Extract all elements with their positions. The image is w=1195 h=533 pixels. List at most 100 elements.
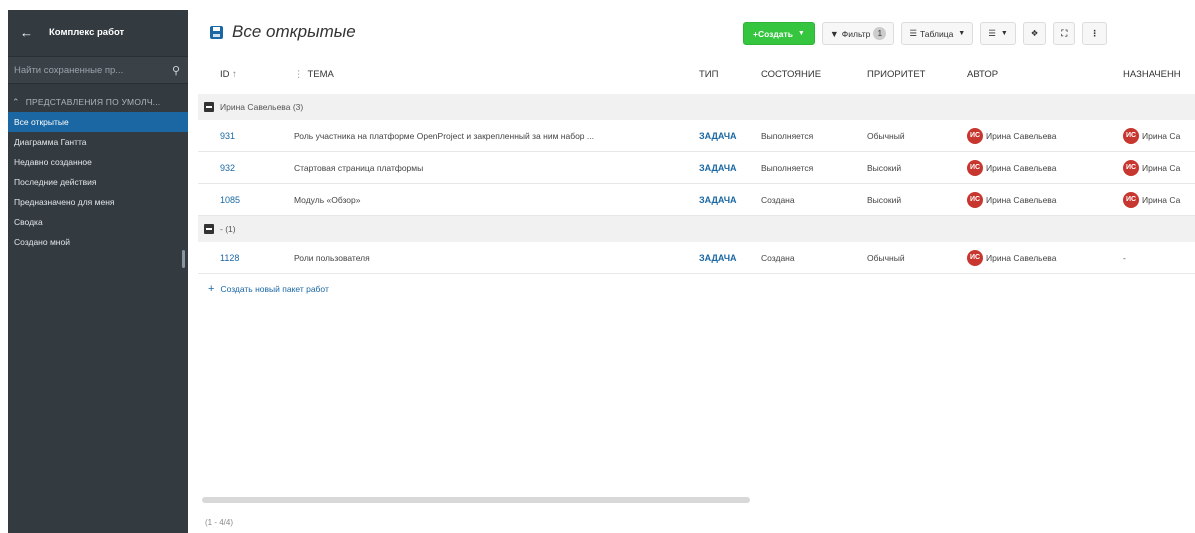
toolbar: +Создать ▼ ▼ Фильтр 1 ☰ Таблица ▼ ☰ ▼ ❖ … <box>743 22 1107 45</box>
table-icon: ☰ <box>909 28 917 38</box>
sidebar-header: ← Комплекс работ <box>8 10 188 54</box>
collapse-icon[interactable] <box>204 102 214 112</box>
avatar: ИС <box>967 127 983 144</box>
sidebar-item-label: Сводка <box>14 217 43 227</box>
chevron-up-icon[interactable]: ⌃ <box>12 97 20 108</box>
create-button[interactable]: +Создать ▼ <box>743 22 815 45</box>
avatar: ИС <box>967 249 983 266</box>
page-title[interactable]: Все открытые <box>232 22 356 42</box>
more-icon: ⋮ <box>1090 28 1099 38</box>
sidebar-item-all-open[interactable]: Все открытые <box>8 112 188 132</box>
column-separator-icon: ⋮ <box>294 68 304 80</box>
row-priority[interactable]: Обычный <box>867 131 967 141</box>
row-state[interactable]: Создана <box>761 253 867 263</box>
sidebar-item-recently-created[interactable]: Недавно созданное <box>8 152 188 172</box>
filter-button[interactable]: ▼ Фильтр 1 <box>821 22 895 45</box>
sidebar-section-default-views[interactable]: ⌃ ПРЕДСТАВЛЕНИЯ ПО УМОЛЧ... <box>8 92 188 112</box>
row-author[interactable]: ИС Ирина Савельева <box>967 249 1123 266</box>
table-row[interactable]: 1085 Модуль «Обзор» ЗАДАЧА Создана Высок… <box>198 184 1195 216</box>
sidebar-item-label: Создано мной <box>14 237 70 247</box>
saved-views-search[interactable]: Найти сохраненные пр... ⚲ <box>8 56 188 84</box>
row-assignee[interactable]: ИС Ирина Са <box>1123 127 1195 144</box>
column-header-assignee[interactable]: НАЗНАЧЕНН <box>1123 69 1195 80</box>
row-id-link[interactable]: 1085 <box>198 195 294 205</box>
row-state[interactable]: Выполняется <box>761 163 867 173</box>
author-name: Ирина Савельева <box>986 130 1057 141</box>
fullscreen-icon: ⛶ <box>1061 28 1068 38</box>
row-id-link[interactable]: 932 <box>198 163 294 173</box>
row-type[interactable]: ЗАДАЧА <box>699 163 761 173</box>
search-input[interactable]: Найти сохраненные пр... <box>14 65 123 76</box>
row-type[interactable]: ЗАДАЧА <box>699 131 761 141</box>
column-header-theme[interactable]: ⋮ ТЕМА <box>294 69 699 80</box>
view-mode-label: Таблица <box>919 28 954 39</box>
sidebar-item-label: Предназначено для меня <box>14 197 115 207</box>
sidebar-item-gantt[interactable]: Диаграмма Гантта <box>8 132 188 152</box>
hierarchy-button[interactable]: ☰ ▼ <box>980 22 1016 45</box>
create-work-package-label: Создать новый пакет работ <box>220 284 329 294</box>
row-state[interactable]: Создана <box>761 195 867 205</box>
row-id-link[interactable]: 931 <box>198 131 294 141</box>
avatar: ИС <box>1123 191 1139 208</box>
sidebar-item-created-by-me[interactable]: Создано мной <box>8 232 188 252</box>
row-theme[interactable]: Роль участника на платформе OpenProject … <box>294 131 699 141</box>
horizontal-scrollbar[interactable] <box>202 497 750 503</box>
table-row[interactable]: 932 Стартовая страница платформы ЗАДАЧА … <box>198 152 1195 184</box>
plus-icon: + <box>208 283 215 295</box>
fullscreen-button[interactable]: ⛶ <box>1053 22 1076 45</box>
column-header-id[interactable]: ID ↑ <box>198 69 294 80</box>
row-author[interactable]: ИС Ирина Савельева <box>967 159 1123 176</box>
table-row[interactable]: 931 Роль участника на платформе OpenProj… <box>198 120 1195 152</box>
avatar: ИС <box>967 191 983 208</box>
sidebar-scrollbar[interactable] <box>182 250 185 268</box>
save-icon[interactable] <box>210 25 223 39</box>
row-id-link[interactable]: 1128 <box>198 253 294 263</box>
view-mode-button[interactable]: ☰ Таблица ▼ <box>901 22 974 45</box>
sidebar-item-label: Все открытые <box>14 117 69 127</box>
collapse-icon[interactable] <box>204 224 214 234</box>
search-icon[interactable]: ⚲ <box>172 64 180 77</box>
group-header[interactable]: - (1) <box>198 216 1195 242</box>
author-name: Ирина Савельева <box>986 194 1057 205</box>
filter-button-label: Фильтр <box>841 28 871 39</box>
sidebar-item-assigned-to-me[interactable]: Предназначено для меня <box>8 192 188 212</box>
column-header-type[interactable]: ТИП <box>699 69 761 80</box>
row-theme[interactable]: Роли пользователя <box>294 253 699 263</box>
row-theme[interactable]: Стартовая страница платформы <box>294 163 699 173</box>
pagination-info: (1 - 4/4) <box>205 518 234 527</box>
filter-count-badge: 1 <box>873 27 887 40</box>
avatar: ИС <box>1123 159 1139 176</box>
sidebar-item-latest-activity[interactable]: Последние действия <box>8 172 188 192</box>
row-state[interactable]: Выполняется <box>761 131 867 141</box>
back-arrow-icon[interactable]: ← <box>20 25 33 40</box>
table-row[interactable]: 1128 Роли пользователя ЗАДАЧА Создана Об… <box>198 242 1195 274</box>
row-assignee[interactable]: ИС Ирина Са <box>1123 159 1195 176</box>
row-assignee[interactable]: ИС Ирина Са <box>1123 191 1195 208</box>
avatar: ИС <box>1123 127 1139 144</box>
more-button[interactable]: ⋮ <box>1082 22 1107 45</box>
column-header-priority[interactable]: ПРИОРИТЕТ <box>867 69 967 80</box>
row-assignee[interactable]: - <box>1123 253 1195 263</box>
column-header-state[interactable]: СОСТОЯНИЕ <box>761 69 867 80</box>
assignee-name: Ирина Са <box>1142 130 1181 141</box>
author-name: Ирина Савельева <box>986 252 1057 263</box>
row-theme[interactable]: Модуль «Обзор» <box>294 195 699 205</box>
create-work-package-link[interactable]: + Создать новый пакет работ <box>198 274 1195 304</box>
chevron-down-icon: ▼ <box>958 30 966 37</box>
row-priority[interactable]: Высокий <box>867 195 967 205</box>
sidebar-item-label: Последние действия <box>14 177 97 187</box>
row-author[interactable]: ИС Ирина Савельева <box>967 127 1123 144</box>
details-button[interactable]: ❖ <box>1022 22 1047 45</box>
group-label: - (1) <box>220 224 236 234</box>
row-type[interactable]: ЗАДАЧА <box>699 253 761 263</box>
row-priority[interactable]: Высокий <box>867 163 967 173</box>
row-author[interactable]: ИС Ирина Савельева <box>967 191 1123 208</box>
group-header[interactable]: Ирина Савельева (3) <box>198 94 1195 120</box>
filter-icon: ▼ <box>829 28 839 39</box>
row-type[interactable]: ЗАДАЧА <box>699 195 761 205</box>
info-icon: ❖ <box>1030 28 1039 38</box>
sidebar-item-summary[interactable]: Сводка <box>8 212 188 232</box>
column-header-author[interactable]: АВТОР <box>967 69 1123 80</box>
row-priority[interactable]: Обычный <box>867 253 967 263</box>
hierarchy-icon: ☰ <box>988 28 996 38</box>
